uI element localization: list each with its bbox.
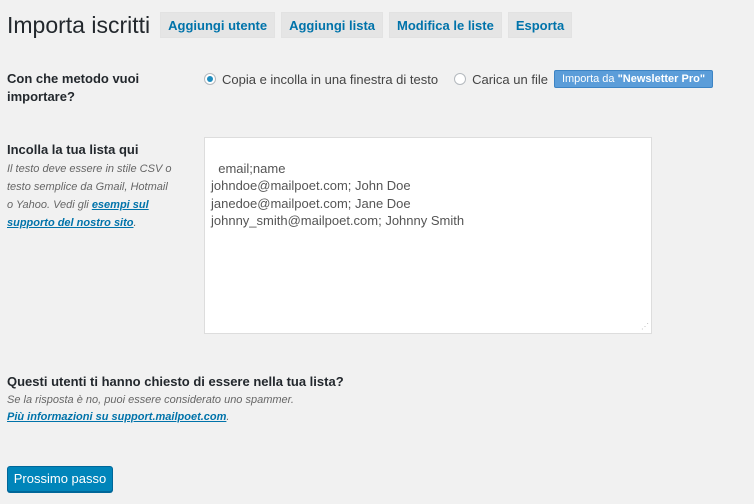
page-header: Importa iscritti Aggiungi utente Aggiung… [7,11,578,39]
paste-label: Incolla la tua lista qui [7,142,139,157]
paste-desc-line: testo semplice da Gmail, Hotmail [7,181,168,193]
consent-info: Più informazioni su support.mailpoet.com… [7,408,229,426]
tab-edit-lists[interactable]: Modifica le liste [389,12,502,38]
radio-upload-file-label[interactable]: Carica un file [472,72,548,87]
radio-copy-paste[interactable] [204,73,216,85]
paste-desc-period: . [133,217,137,229]
method-label-line: Con che metodo vuoi [7,71,140,86]
radio-copy-paste-label[interactable]: Copia e incolla in una finestra di testo [222,72,438,87]
np-button-name: "Newsletter Pro" [617,73,706,85]
consent-warning: Se la risposta è no, puoi essere conside… [7,394,294,406]
method-label-line: importare? [7,89,75,104]
paste-description: Il testo deve essere in stile CSV o test… [7,160,171,232]
page-title: Importa iscritti [7,12,151,38]
paste-desc-line: supporto del nostro sito. [7,214,171,232]
paste-desc-text: o Yahoo. Vedi gli [7,199,92,211]
next-step-button[interactable]: Prossimo passo [7,466,113,492]
consent-info-period: . [226,411,230,423]
tab-add-list[interactable]: Aggiungi lista [281,12,384,38]
support-link[interactable]: Più informazioni su support.mailpoet.com [7,411,226,423]
consent-question: Questi utenti ti hanno chiesto di essere… [7,374,344,389]
resize-handle-icon[interactable]: ⋰ [641,323,649,331]
np-button-prefix: Importa da [561,73,618,85]
examples-link-continued[interactable]: supporto del nostro sito [7,217,134,229]
tab-export[interactable]: Esporta [507,12,573,38]
subscribers-textarea[interactable]: email;name johndoe@mailpoet.com; John Do… [204,137,652,334]
radio-upload-file[interactable] [454,73,467,85]
paste-desc-line: o Yahoo. Vedi gli esempi sul [7,196,171,214]
import-method-options: Copia e incolla in una finestra di testo… [204,70,714,88]
method-label: Con che metodo vuoi importare? [7,70,139,106]
examples-link[interactable]: esempi sul [92,199,149,211]
textarea-content: email;name johndoe@mailpoet.com; John Do… [211,160,465,229]
paste-desc-line: Il testo deve essere in stile CSV o [7,163,172,175]
tab-add-user[interactable]: Aggiungi utente [160,12,276,38]
import-newsletter-pro-button[interactable]: Importa da "Newsletter Pro" [553,70,714,88]
